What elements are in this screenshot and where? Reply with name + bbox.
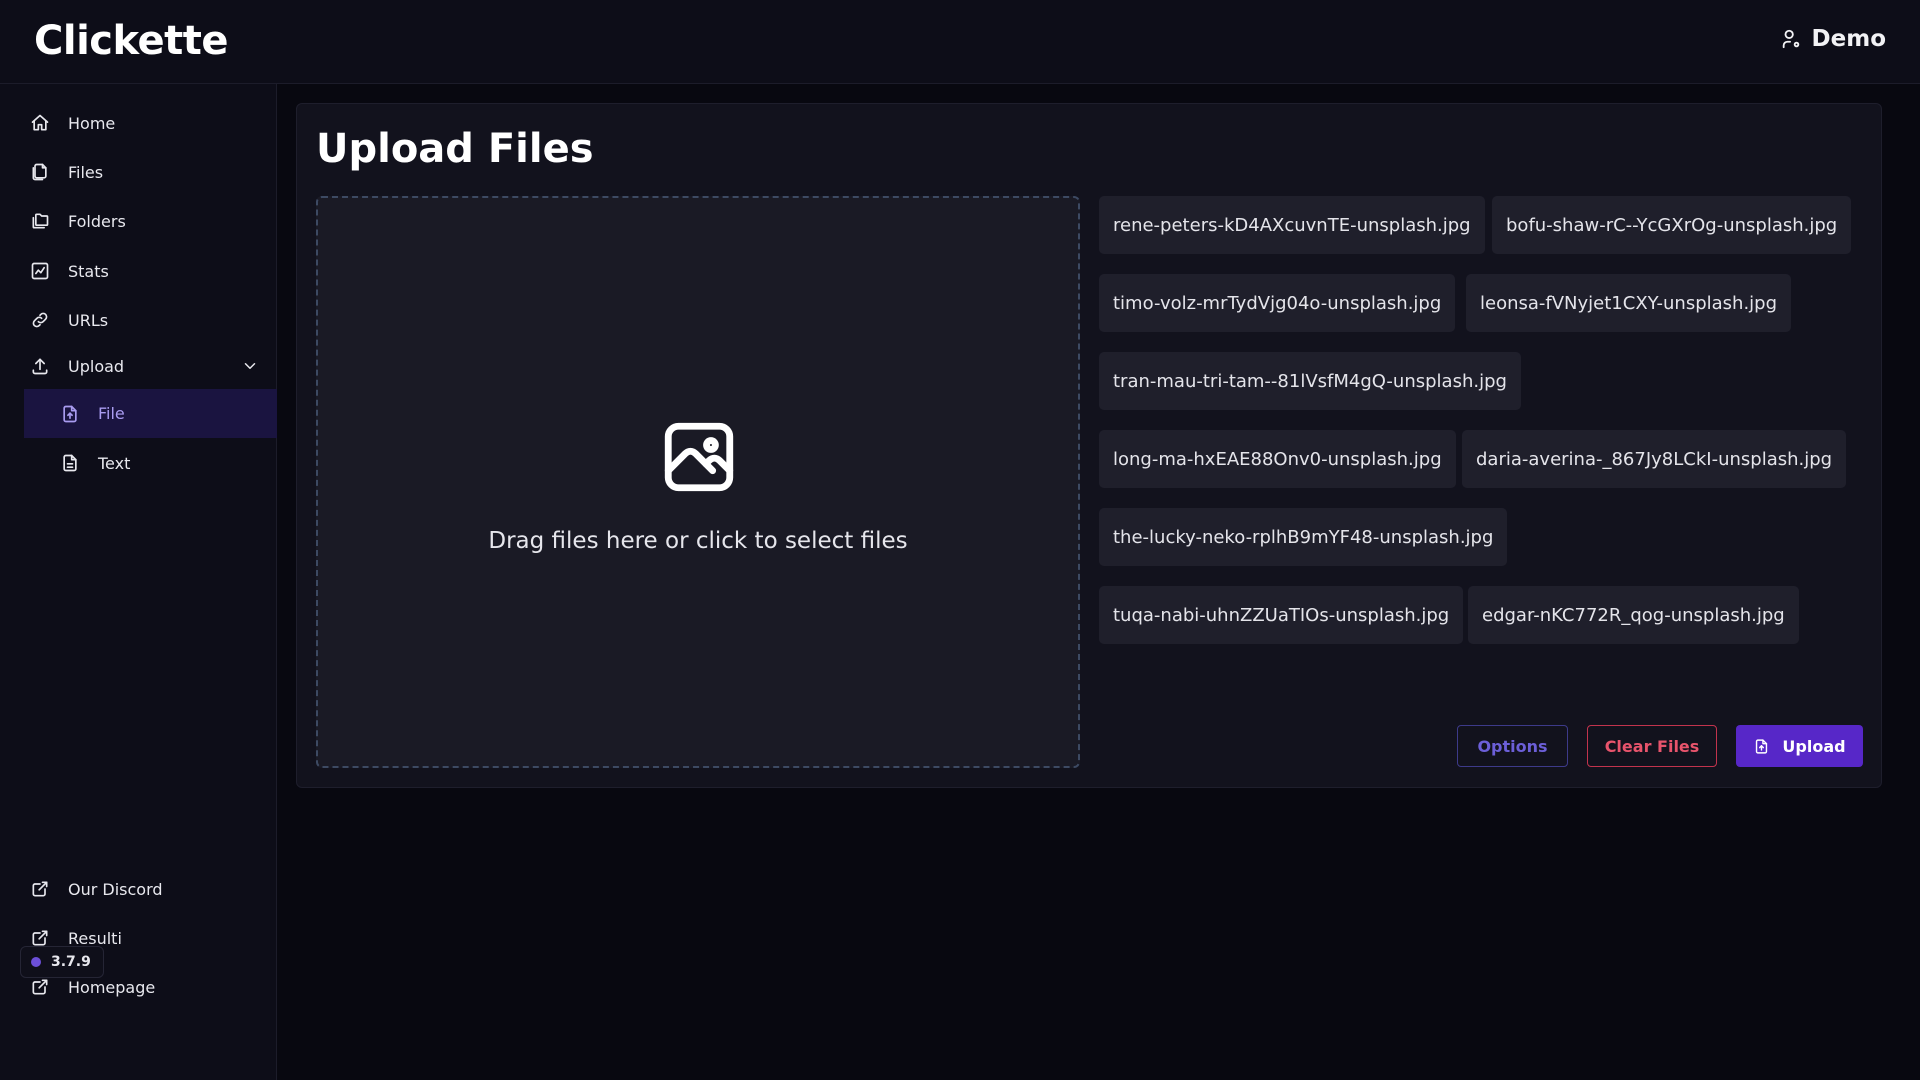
chevron-down-icon (244, 363, 256, 369)
options-button[interactable]: Options (1457, 725, 1568, 767)
home-icon (30, 113, 50, 133)
sidebar-item-urls[interactable]: URLs (24, 300, 277, 340)
dropzone-text: Drag files here or click to select files (488, 528, 908, 554)
version-label: 3.7.9 (51, 954, 91, 970)
user-menu[interactable]: Demo (1780, 26, 1886, 52)
file-upload-icon (60, 404, 80, 424)
sidebar-item-label: Our Discord (68, 879, 163, 899)
file-chip: long-ma-hxEAE88Onv0-unsplash.jpg (1099, 430, 1456, 488)
text-file-icon (60, 453, 80, 473)
sidebar-item-text-upload[interactable]: Text (24, 443, 277, 483)
upload-button-label: Upload (1782, 736, 1846, 756)
folders-icon (30, 211, 50, 231)
upload-button[interactable]: Upload (1736, 725, 1863, 767)
external-link-icon (30, 879, 50, 899)
version-badge: 3.7.9 (20, 946, 104, 978)
sidebar-item-home[interactable]: Home (24, 103, 277, 143)
file-chip: edgar-nKC772R_qog-unsplash.jpg (1468, 586, 1799, 644)
file-chip: daria-averina-_867Jy8LCkI-unsplash.jpg (1462, 430, 1847, 488)
file-chip: leonsa-fVNyjet1CXY-unsplash.jpg (1466, 274, 1792, 332)
clear-files-button[interactable]: Clear Files (1587, 725, 1717, 767)
external-link-icon (30, 977, 50, 997)
sidebar-item-label: Folders (68, 211, 126, 231)
app-logo[interactable]: Clickette (34, 18, 229, 64)
sidebar-item-label: File (98, 404, 125, 423)
sidebar-item-discord[interactable]: Our Discord (24, 869, 277, 909)
file-upload-icon (1756, 738, 1768, 754)
link-icon (30, 310, 50, 330)
file-dropzone[interactable]: Drag files here or click to select files (316, 196, 1080, 768)
sidebar-item-label: URLs (68, 310, 109, 330)
user-name: Demo (1811, 26, 1886, 52)
external-link-icon (30, 928, 50, 948)
page-title: Upload Files (316, 126, 594, 172)
image-icon (664, 422, 734, 492)
sidebar-item-files[interactable]: Files (24, 152, 277, 192)
file-chip: rene-peters-kD4AXcuvnTE-unsplash.jpg (1099, 196, 1485, 254)
sidebar-item-label: Text (98, 453, 131, 473)
sidebar-item-label: Homepage (68, 977, 156, 997)
sidebar-item-label: Stats (68, 261, 109, 281)
file-chip: bofu-shaw-rC--YcGXrOg-unsplash.jpg (1492, 196, 1852, 254)
sidebar-item-file-upload[interactable]: File (24, 389, 277, 438)
file-chip: tran-mau-tri-tam--81lVsfM4gQ-unsplash.jp… (1099, 352, 1521, 410)
sidebar-item-stats[interactable]: Stats (24, 251, 277, 291)
sidebar-item-label: Files (68, 162, 104, 182)
file-chip: timo-volz-mrTydVjg04o-unsplash.jpg (1099, 274, 1456, 332)
sidebar-item-label: Home (68, 113, 116, 133)
file-chip: tuqa-nabi-uhnZZUaTIOs-unsplash.jpg (1099, 586, 1464, 644)
status-dot (31, 957, 41, 967)
top-header: Clickette Demo (0, 0, 1920, 84)
files-icon (30, 162, 50, 182)
user-icon (1782, 29, 1799, 49)
sidebar-item-upload[interactable]: Upload (24, 346, 277, 386)
sidebar-item-label: Upload (68, 356, 125, 376)
sidebar-item-label: Resulti (68, 928, 122, 948)
sidebar-item-folders[interactable]: Folders (24, 201, 277, 241)
file-chip: the-lucky-neko-rplhB9mYF48-unsplash.jpg (1099, 508, 1508, 566)
stats-icon (30, 261, 50, 281)
upload-icon (30, 356, 50, 376)
